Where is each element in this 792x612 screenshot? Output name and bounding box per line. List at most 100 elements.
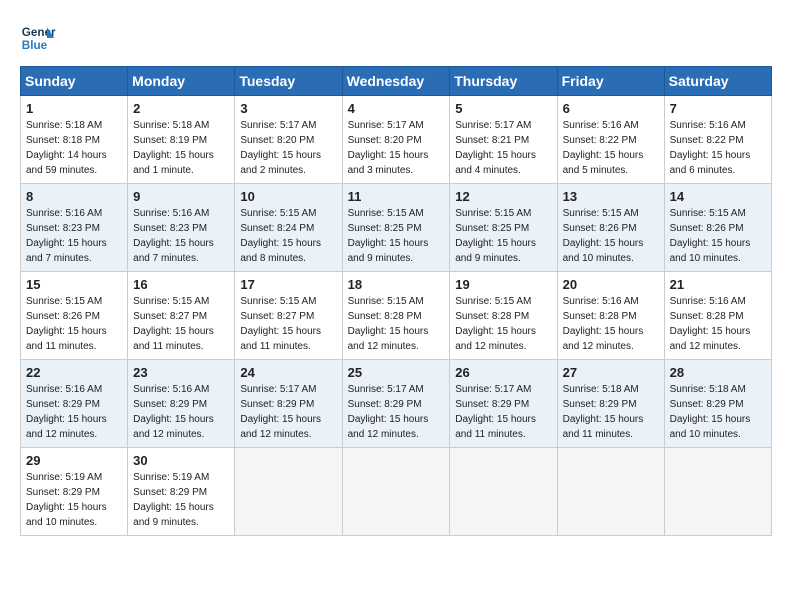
calendar-day-13: 13 Sunrise: 5:15 AM Sunset: 8:26 PM Dayli… xyxy=(557,184,664,272)
day-info: Sunrise: 5:16 AM Sunset: 8:29 PM Dayligh… xyxy=(26,382,122,442)
calendar-week-row: 22 Sunrise: 5:16 AM Sunset: 8:29 PM Dayli… xyxy=(21,360,772,448)
calendar-header-row: SundayMondayTuesdayWednesdayThursdayFrid… xyxy=(21,67,772,96)
calendar-day-5: 5 Sunrise: 5:17 AM Sunset: 8:21 PM Daylig… xyxy=(450,96,557,184)
calendar-day-14: 14Sunrise: 5:15 AM Sunset: 8:26 PM Dayli… xyxy=(664,184,771,272)
day-info: Sunrise: 5:18 AM Sunset: 8:19 PM Dayligh… xyxy=(133,118,229,178)
calendar-header-thursday: Thursday xyxy=(450,67,557,96)
calendar-day-10: 10 Sunrise: 5:15 AM Sunset: 8:24 PM Dayli… xyxy=(235,184,342,272)
day-number: 24 xyxy=(240,365,336,380)
calendar-day-empty xyxy=(664,448,771,536)
day-number: 25 xyxy=(348,365,445,380)
calendar-day-29: 29 Sunrise: 5:19 AM Sunset: 8:29 PM Dayli… xyxy=(21,448,128,536)
day-number: 23 xyxy=(133,365,229,380)
day-number: 1 xyxy=(26,101,122,116)
day-number: 19 xyxy=(455,277,551,292)
day-info: Sunrise: 5:19 AM Sunset: 8:29 PM Dayligh… xyxy=(26,470,122,530)
day-info: Sunrise: 5:18 AM Sunset: 8:29 PM Dayligh… xyxy=(670,382,766,442)
page-header: General Blue xyxy=(20,20,772,56)
logo-icon: General Blue xyxy=(20,20,56,56)
svg-text:Blue: Blue xyxy=(22,39,48,52)
day-info: Sunrise: 5:17 AM Sunset: 8:29 PM Dayligh… xyxy=(240,382,336,442)
day-number: 20 xyxy=(563,277,659,292)
day-info: Sunrise: 5:19 AM Sunset: 8:29 PM Dayligh… xyxy=(133,470,229,530)
day-info: Sunrise: 5:15 AM Sunset: 8:25 PM Dayligh… xyxy=(455,206,551,266)
calendar-day-empty xyxy=(557,448,664,536)
day-info: Sunrise: 5:16 AM Sunset: 8:28 PM Dayligh… xyxy=(563,294,659,354)
calendar-day-16: 16 Sunrise: 5:15 AM Sunset: 8:27 PM Dayli… xyxy=(128,272,235,360)
day-info: Sunrise: 5:16 AM Sunset: 8:23 PM Dayligh… xyxy=(26,206,122,266)
day-number: 17 xyxy=(240,277,336,292)
day-number: 5 xyxy=(455,101,551,116)
calendar-day-18: 18 Sunrise: 5:15 AM Sunset: 8:28 PM Dayli… xyxy=(342,272,450,360)
calendar-day-1: 1 Sunrise: 5:18 AM Sunset: 8:18 PM Daylig… xyxy=(21,96,128,184)
calendar-day-4: 4 Sunrise: 5:17 AM Sunset: 8:20 PM Daylig… xyxy=(342,96,450,184)
day-number: 4 xyxy=(348,101,445,116)
calendar-day-empty xyxy=(235,448,342,536)
day-number: 18 xyxy=(348,277,445,292)
calendar-week-row: 15 Sunrise: 5:15 AM Sunset: 8:26 PM Dayli… xyxy=(21,272,772,360)
calendar-day-19: 19 Sunrise: 5:15 AM Sunset: 8:28 PM Dayli… xyxy=(450,272,557,360)
day-info: Sunrise: 5:17 AM Sunset: 8:29 PM Dayligh… xyxy=(455,382,551,442)
day-number: 28 xyxy=(670,365,766,380)
calendar-day-9: 9 Sunrise: 5:16 AM Sunset: 8:23 PM Daylig… xyxy=(128,184,235,272)
day-info: Sunrise: 5:15 AM Sunset: 8:24 PM Dayligh… xyxy=(240,206,336,266)
calendar-day-23: 23 Sunrise: 5:16 AM Sunset: 8:29 PM Dayli… xyxy=(128,360,235,448)
day-info: Sunrise: 5:15 AM Sunset: 8:27 PM Dayligh… xyxy=(240,294,336,354)
logo: General Blue xyxy=(20,20,56,56)
day-number: 6 xyxy=(563,101,659,116)
day-number: 27 xyxy=(563,365,659,380)
day-number: 13 xyxy=(563,189,659,204)
calendar-day-3: 3 Sunrise: 5:17 AM Sunset: 8:20 PM Daylig… xyxy=(235,96,342,184)
day-info: Sunrise: 5:15 AM Sunset: 8:26 PM Dayligh… xyxy=(563,206,659,266)
calendar-header-tuesday: Tuesday xyxy=(235,67,342,96)
calendar-day-8: 8 Sunrise: 5:16 AM Sunset: 8:23 PM Daylig… xyxy=(21,184,128,272)
day-info: Sunrise: 5:15 AM Sunset: 8:26 PM Dayligh… xyxy=(26,294,122,354)
calendar-day-26: 26 Sunrise: 5:17 AM Sunset: 8:29 PM Dayli… xyxy=(450,360,557,448)
calendar-week-row: 1 Sunrise: 5:18 AM Sunset: 8:18 PM Daylig… xyxy=(21,96,772,184)
day-number: 16 xyxy=(133,277,229,292)
calendar-day-25: 25 Sunrise: 5:17 AM Sunset: 8:29 PM Dayli… xyxy=(342,360,450,448)
day-info: Sunrise: 5:15 AM Sunset: 8:28 PM Dayligh… xyxy=(348,294,445,354)
day-info: Sunrise: 5:16 AM Sunset: 8:29 PM Dayligh… xyxy=(133,382,229,442)
calendar-day-17: 17 Sunrise: 5:15 AM Sunset: 8:27 PM Dayli… xyxy=(235,272,342,360)
day-info: Sunrise: 5:15 AM Sunset: 8:27 PM Dayligh… xyxy=(133,294,229,354)
calendar-day-2: 2 Sunrise: 5:18 AM Sunset: 8:19 PM Daylig… xyxy=(128,96,235,184)
calendar-day-empty xyxy=(342,448,450,536)
day-number: 22 xyxy=(26,365,122,380)
day-number: 26 xyxy=(455,365,551,380)
calendar-day-15: 15 Sunrise: 5:15 AM Sunset: 8:26 PM Dayli… xyxy=(21,272,128,360)
calendar-day-30: 30 Sunrise: 5:19 AM Sunset: 8:29 PM Dayli… xyxy=(128,448,235,536)
day-number: 15 xyxy=(26,277,122,292)
calendar-header-friday: Friday xyxy=(557,67,664,96)
calendar-day-11: 11Sunrise: 5:15 AM Sunset: 8:25 PM Dayli… xyxy=(342,184,450,272)
day-number: 9 xyxy=(133,189,229,204)
day-number: 2 xyxy=(133,101,229,116)
day-number: 29 xyxy=(26,453,122,468)
day-number: 8 xyxy=(26,189,122,204)
day-info: Sunrise: 5:18 AM Sunset: 8:18 PM Dayligh… xyxy=(26,118,122,178)
calendar-day-12: 12Sunrise: 5:15 AM Sunset: 8:25 PM Dayli… xyxy=(450,184,557,272)
calendar-header-saturday: Saturday xyxy=(664,67,771,96)
calendar-day-24: 24 Sunrise: 5:17 AM Sunset: 8:29 PM Dayli… xyxy=(235,360,342,448)
day-info: Sunrise: 5:16 AM Sunset: 8:23 PM Dayligh… xyxy=(133,206,229,266)
day-number: 21 xyxy=(670,277,766,292)
day-number: 10 xyxy=(240,189,336,204)
day-number: 3 xyxy=(240,101,336,116)
day-number: 30 xyxy=(133,453,229,468)
day-info: Sunrise: 5:15 AM Sunset: 8:28 PM Dayligh… xyxy=(455,294,551,354)
day-info: Sunrise: 5:17 AM Sunset: 8:20 PM Dayligh… xyxy=(348,118,445,178)
day-info: Sunrise: 5:18 AM Sunset: 8:29 PM Dayligh… xyxy=(563,382,659,442)
calendar-day-27: 27 Sunrise: 5:18 AM Sunset: 8:29 PM Dayli… xyxy=(557,360,664,448)
day-info: Sunrise: 5:17 AM Sunset: 8:21 PM Dayligh… xyxy=(455,118,551,178)
calendar-header-monday: Monday xyxy=(128,67,235,96)
day-number: 11 xyxy=(348,189,445,204)
day-info: Sunrise: 5:17 AM Sunset: 8:29 PM Dayligh… xyxy=(348,382,445,442)
calendar-week-row: 29 Sunrise: 5:19 AM Sunset: 8:29 PM Dayli… xyxy=(21,448,772,536)
calendar-week-row: 8 Sunrise: 5:16 AM Sunset: 8:23 PM Daylig… xyxy=(21,184,772,272)
calendar-header-wednesday: Wednesday xyxy=(342,67,450,96)
day-info: Sunrise: 5:17 AM Sunset: 8:20 PM Dayligh… xyxy=(240,118,336,178)
calendar-day-7: 7 Sunrise: 5:16 AM Sunset: 8:22 PM Daylig… xyxy=(664,96,771,184)
day-number: 7 xyxy=(670,101,766,116)
calendar-day-6: 6Sunrise: 5:16 AM Sunset: 8:22 PM Daylig… xyxy=(557,96,664,184)
day-info: Sunrise: 5:16 AM Sunset: 8:22 PM Dayligh… xyxy=(670,118,766,178)
